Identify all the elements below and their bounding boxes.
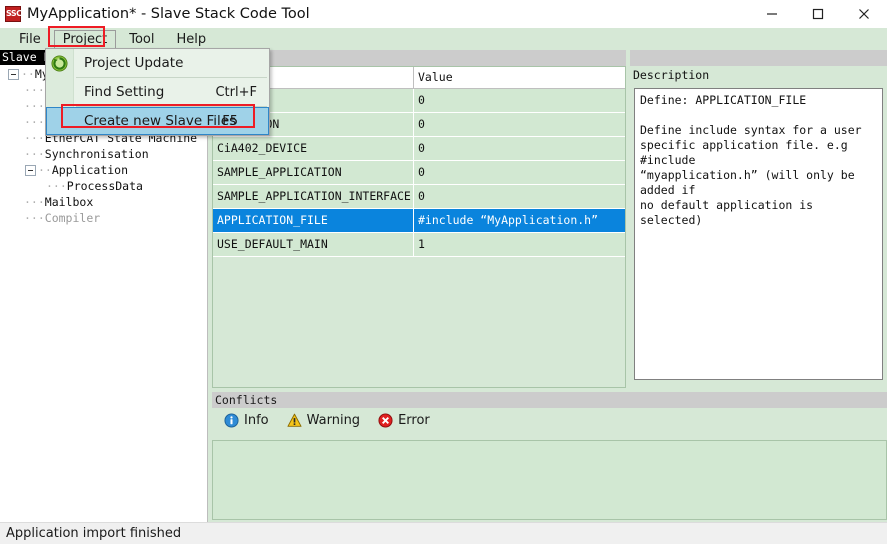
description-panel-bar [630, 50, 887, 66]
menu-item-project-update[interactable]: Project Update [46, 49, 269, 77]
tree-item-processdata[interactable]: ··· ProcessData [0, 178, 207, 194]
setting-value[interactable]: 0 [414, 89, 625, 112]
tree-item-label: Application [51, 163, 129, 177]
menu-project[interactable]: Project [53, 29, 117, 49]
tree-item-label: ProcessData [66, 179, 143, 193]
table-row[interactable]: PLICATION 0 [213, 113, 625, 137]
project-menu-dropdown[interactable]: Project Update Find Setting Ctrl+F Creat… [45, 48, 270, 136]
info-icon [224, 412, 239, 428]
menu-item-label: Project Update [84, 55, 184, 71]
close-icon[interactable] [841, 0, 887, 28]
conflicts-list-area[interactable] [212, 440, 887, 520]
tree-item-label: Synchronisation [44, 147, 149, 161]
tree-item-synchronisation[interactable]: ··· Synchronisation [0, 146, 207, 162]
menu-item-create-new-slave-files[interactable]: Create new Slave Files F5 [46, 107, 269, 135]
menu-tool[interactable]: Tool [120, 30, 163, 49]
menu-item-shortcut: Ctrl+F [215, 84, 257, 100]
menu-help[interactable]: Help [168, 30, 216, 49]
tree-item-compiler[interactable]: ··· Compiler [0, 210, 207, 226]
setting-name: SAMPLE_APPLICATION_INTERFACE [213, 185, 414, 208]
menu-item-label: Create new Slave Files [84, 113, 237, 129]
setting-value[interactable]: 0 [414, 113, 625, 136]
minimize-icon[interactable] [749, 0, 795, 28]
menu-item-shortcut: F5 [222, 113, 238, 129]
error-icon [378, 412, 393, 428]
conflicts-filter-warning-label: Warning [306, 412, 361, 428]
description-text: Define: APPLICATION_FILE Define include … [634, 88, 883, 380]
ssc-app-icon: SSC [5, 6, 22, 22]
window-controls [749, 0, 887, 28]
settings-panel: Settings Value ICATION 0 PLICATION 0 CiA… [212, 50, 626, 388]
column-header-value[interactable]: Value [414, 67, 625, 88]
settings-grid-header: Value [213, 67, 625, 89]
table-row[interactable]: SAMPLE_APPLICATION_INTERFACE 0 [213, 185, 625, 209]
conflicts-filter-info[interactable]: Info [224, 413, 269, 428]
conflicts-caption: Conflicts [212, 392, 887, 408]
status-bar: Application import finished [0, 522, 887, 544]
table-row[interactable]: SAMPLE_APPLICATION 0 [213, 161, 625, 185]
setting-value[interactable]: #include “MyApplication.h” [414, 209, 625, 232]
setting-name: CiA402_DEVICE [213, 137, 414, 160]
status-message: Application import finished [6, 526, 182, 541]
settings-caption: Settings [212, 50, 626, 66]
maximize-icon[interactable] [795, 0, 841, 28]
menu-file[interactable]: File [10, 30, 50, 49]
menu-bar: File Project Tool Help [0, 28, 887, 50]
setting-value[interactable]: 1 [414, 233, 625, 256]
setting-value[interactable]: 0 [414, 185, 625, 208]
description-panel: Description Define: APPLICATION_FILE Def… [630, 50, 887, 388]
conflicts-filter-info-label: Info [244, 412, 269, 428]
table-row-selected[interactable]: APPLICATION_FILE #include “MyApplication… [213, 209, 625, 233]
warning-icon [287, 413, 302, 428]
expander-icon[interactable] [25, 164, 36, 176]
tree-item-label: Compiler [44, 211, 101, 225]
setting-name: SAMPLE_APPLICATION [213, 161, 414, 184]
setting-name: USE_DEFAULT_MAIN [213, 233, 414, 256]
window-title: MyApplication* - Slave Stack Code Tool [27, 6, 310, 22]
conflicts-filter-error[interactable]: Error [378, 413, 430, 428]
refresh-icon [51, 55, 68, 72]
setting-value[interactable]: 0 [414, 137, 625, 160]
table-row[interactable]: ICATION 0 [213, 89, 625, 113]
conflicts-filter-error-label: Error [398, 412, 430, 428]
tree-item-label: Mailbox [44, 195, 94, 209]
settings-grid[interactable]: Value ICATION 0 PLICATION 0 CiA402_DEVIC… [212, 66, 626, 388]
conflicts-panel: Conflicts Info Warning Error [212, 392, 887, 520]
table-row[interactable]: CiA402_DEVICE 0 [213, 137, 625, 161]
expander-icon[interactable] [8, 68, 19, 80]
conflicts-filter-warning[interactable]: Warning [287, 413, 360, 428]
conflicts-filter-toolbar: Info Warning Error [212, 408, 887, 432]
setting-value[interactable]: 0 [414, 161, 625, 184]
description-label: Description [633, 68, 710, 82]
menu-item-label: Find Setting [84, 84, 165, 100]
title-bar: SSC MyApplication* - Slave Stack Code To… [0, 0, 887, 28]
setting-name: APPLICATION_FILE [213, 209, 414, 232]
tree-item-application[interactable]: ·· Application [0, 162, 207, 178]
table-row[interactable]: USE_DEFAULT_MAIN 1 [213, 233, 625, 257]
tree-item-mailbox[interactable]: ··· Mailbox [0, 194, 207, 210]
menu-item-find-setting[interactable]: Find Setting Ctrl+F [46, 78, 269, 106]
application-window: SSC MyApplication* - Slave Stack Code To… [0, 0, 887, 544]
